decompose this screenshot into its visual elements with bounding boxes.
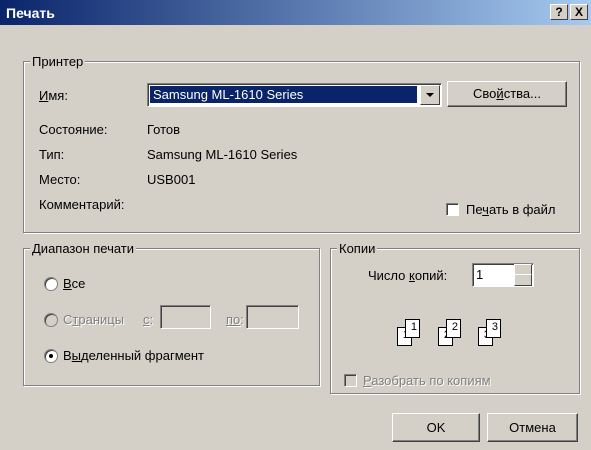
status-value: Готов	[147, 122, 181, 137]
location-label: Место:	[39, 172, 81, 187]
copies-count-input[interactable]: 1	[472, 263, 534, 287]
type-label: Тип:	[39, 147, 65, 162]
collate-label[interactable]: Разобрать по копиям	[363, 373, 491, 388]
printer-name-value: Samsung ML-1610 Series	[150, 86, 417, 103]
copies-count-label: Число копий:	[368, 268, 448, 283]
chevron-down-icon[interactable]	[420, 85, 440, 105]
printer-name-select[interactable]: Samsung ML-1610 Series	[147, 83, 442, 107]
spin-down-icon[interactable]	[514, 274, 532, 286]
status-label: Состояние:	[39, 122, 108, 137]
range-from-input[interactable]	[160, 305, 211, 329]
copies-count-value: 1	[476, 267, 484, 282]
location-value: USB001	[147, 172, 196, 187]
cancel-button[interactable]: Отмена	[487, 413, 578, 442]
printer-name-label: Имя:	[39, 88, 68, 103]
range-all-radio[interactable]	[44, 277, 58, 291]
range-to-label: по:	[226, 312, 244, 327]
properties-button[interactable]: Свойства...	[447, 81, 567, 107]
title-bar: Печать ? X	[0, 0, 591, 25]
window-title: Печать	[6, 5, 55, 21]
print-to-file-checkbox[interactable]	[446, 203, 459, 216]
help-button[interactable]: ?	[550, 4, 568, 20]
range-from-label: с:	[143, 312, 154, 327]
range-pages-label[interactable]: Страницы	[63, 312, 124, 327]
close-button[interactable]: X	[570, 4, 588, 20]
range-selection-radio[interactable]	[44, 349, 58, 363]
range-pages-radio[interactable]	[44, 313, 58, 327]
printer-group-label: Принтер	[30, 54, 86, 69]
comment-label: Комментарий:	[39, 197, 125, 212]
range-selection-label[interactable]: Выделенный фрагмент	[63, 348, 204, 363]
copies-group-label: Копии	[337, 241, 378, 256]
range-to-input[interactable]	[246, 305, 299, 329]
range-all-label[interactable]: Все	[63, 276, 85, 291]
collate-checkbox[interactable]	[344, 374, 357, 387]
print-to-file-label[interactable]: Печать в файл	[466, 202, 556, 217]
ok-button[interactable]: OK	[392, 413, 480, 442]
print-range-group-label: Диапазон печати	[30, 241, 137, 256]
type-value: Samsung ML-1610 Series	[147, 147, 298, 162]
